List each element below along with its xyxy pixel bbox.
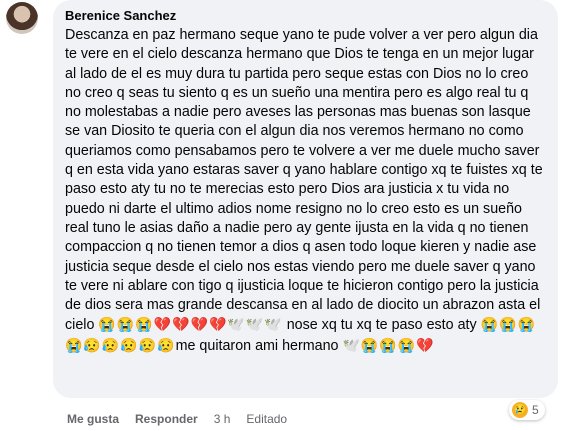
comment-text: Descanza en paz hermano seque yano te pu…: [65, 26, 546, 356]
reaction-summary[interactable]: 😢 5: [509, 400, 545, 420]
comment-actions: Me gusta Responder 3 h Editado: [67, 412, 287, 426]
reaction-count: 5: [532, 403, 539, 417]
sad-reaction-icon: 😢: [512, 402, 528, 418]
comment-text-part-3: me quitaron ami hermano: [175, 337, 343, 354]
emoji-run-3: 🕊️😭😭😭💔: [342, 336, 435, 353]
like-button[interactable]: Me gusta: [67, 412, 119, 426]
edited-label: Editado: [246, 412, 288, 426]
emoji-run-1: 😭😭😭💔💔💔💔🕊️🕊️🕊️: [98, 316, 283, 333]
comment-bubble: Berenice Sanchez Descanza en paz hermano…: [53, 0, 558, 398]
reply-button[interactable]: Responder: [135, 412, 198, 426]
timestamp[interactable]: 3 h: [214, 412, 231, 426]
avatar[interactable]: [6, 2, 38, 34]
comment-author[interactable]: Berenice Sanchez: [65, 8, 546, 24]
comment-text-part-1: Descanza en paz hermano seque yano te pu…: [65, 27, 543, 334]
comment-text-part-2: nose xq tu xq te paso esto aty: [282, 317, 481, 334]
